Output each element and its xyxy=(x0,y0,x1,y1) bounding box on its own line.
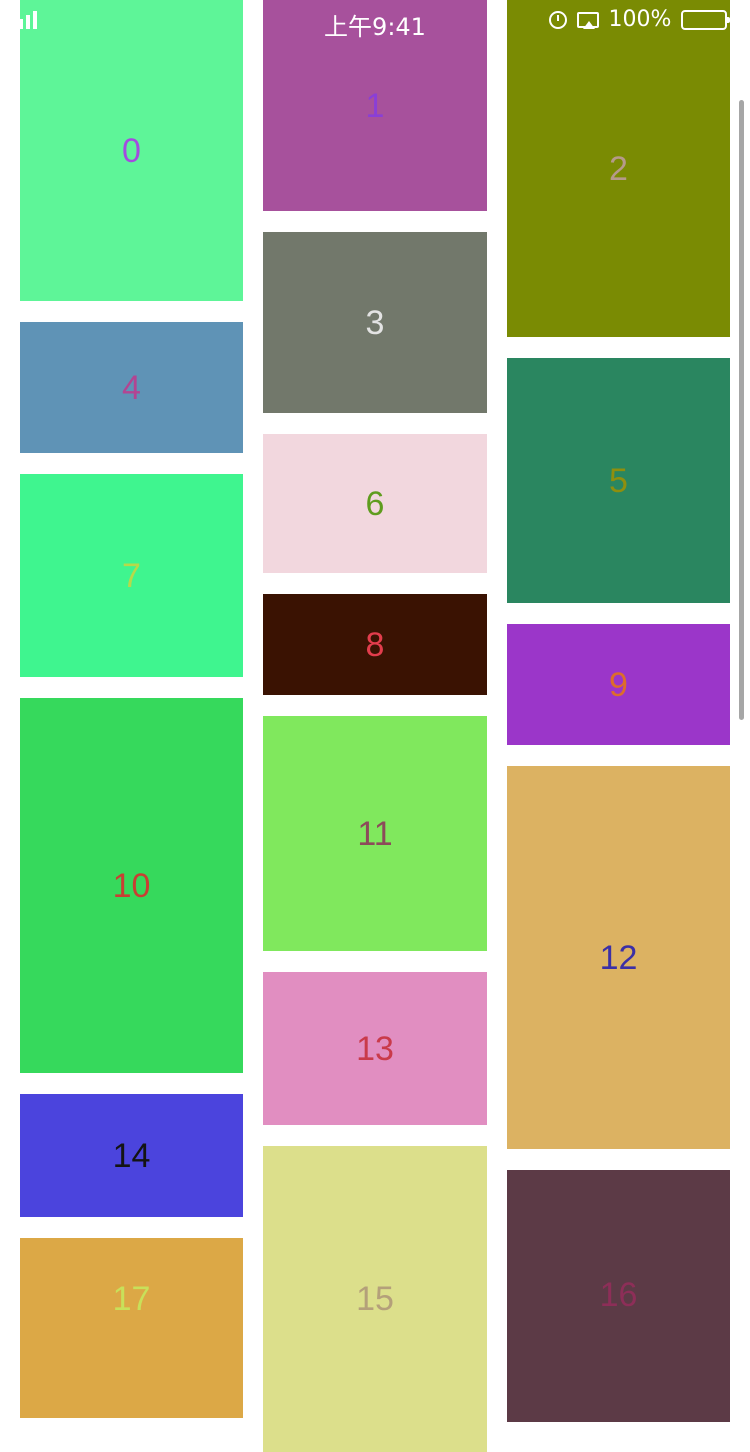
grid-cell-6[interactable]: 6 xyxy=(263,434,487,573)
cell-label: 16 xyxy=(599,1276,638,1314)
waterfall-grid: 0 1 2 3 4 5 6 7 8 9 10 11 12 13 14 15 16… xyxy=(0,0,750,1452)
status-right-group: 100% ϟ xyxy=(548,7,742,32)
cell-label: 4 xyxy=(122,368,141,407)
battery-percent: 100% xyxy=(608,7,672,32)
charging-bolt-icon: ϟ xyxy=(731,10,742,29)
grid-cell-4[interactable]: 4 xyxy=(20,322,243,453)
grid-cell-16[interactable]: 16 xyxy=(507,1170,730,1422)
airplay-icon xyxy=(576,11,599,29)
cell-label: 1 xyxy=(365,86,385,125)
cell-label: 6 xyxy=(365,484,385,523)
cell-label: 9 xyxy=(609,665,628,704)
grid-cell-3[interactable]: 3 xyxy=(263,232,487,413)
grid-cell-17[interactable]: 17 xyxy=(20,1238,243,1418)
cell-label: 0 xyxy=(122,131,141,170)
grid-cell-13[interactable]: 13 xyxy=(263,972,487,1125)
cell-label: 11 xyxy=(357,814,393,853)
grid-cell-2[interactable]: 2 xyxy=(507,0,730,337)
cell-label: 8 xyxy=(365,625,385,664)
status-bar: 上午9:41 100% ϟ xyxy=(0,0,750,41)
vertical-scrollbar[interactable] xyxy=(739,100,744,720)
cell-label: 10 xyxy=(112,866,151,905)
grid-cell-0[interactable]: 0 xyxy=(20,0,243,301)
cell-label: 15 xyxy=(356,1280,394,1318)
grid-cell-14[interactable]: 14 xyxy=(20,1094,243,1217)
grid-cell-8[interactable]: 8 xyxy=(263,594,487,695)
grid-cell-9[interactable]: 9 xyxy=(507,624,730,745)
cell-label: 2 xyxy=(609,149,628,188)
cell-label: 13 xyxy=(356,1029,394,1068)
grid-cell-10[interactable]: 10 xyxy=(20,698,243,1073)
grid-cell-11[interactable]: 11 xyxy=(263,716,487,951)
cell-label: 14 xyxy=(112,1136,151,1175)
cell-label: 17 xyxy=(112,1280,151,1318)
battery-icon xyxy=(681,9,731,30)
alarm-icon xyxy=(548,10,567,29)
cell-label: 3 xyxy=(365,303,385,342)
cell-label: 5 xyxy=(609,461,628,500)
grid-cell-12[interactable]: 12 xyxy=(507,766,730,1149)
grid-cell-15[interactable]: 15 xyxy=(263,1146,487,1452)
cell-label: 7 xyxy=(122,556,141,595)
grid-cell-7[interactable]: 7 xyxy=(20,474,243,677)
cell-label: 12 xyxy=(599,938,638,977)
grid-cell-5[interactable]: 5 xyxy=(507,358,730,603)
